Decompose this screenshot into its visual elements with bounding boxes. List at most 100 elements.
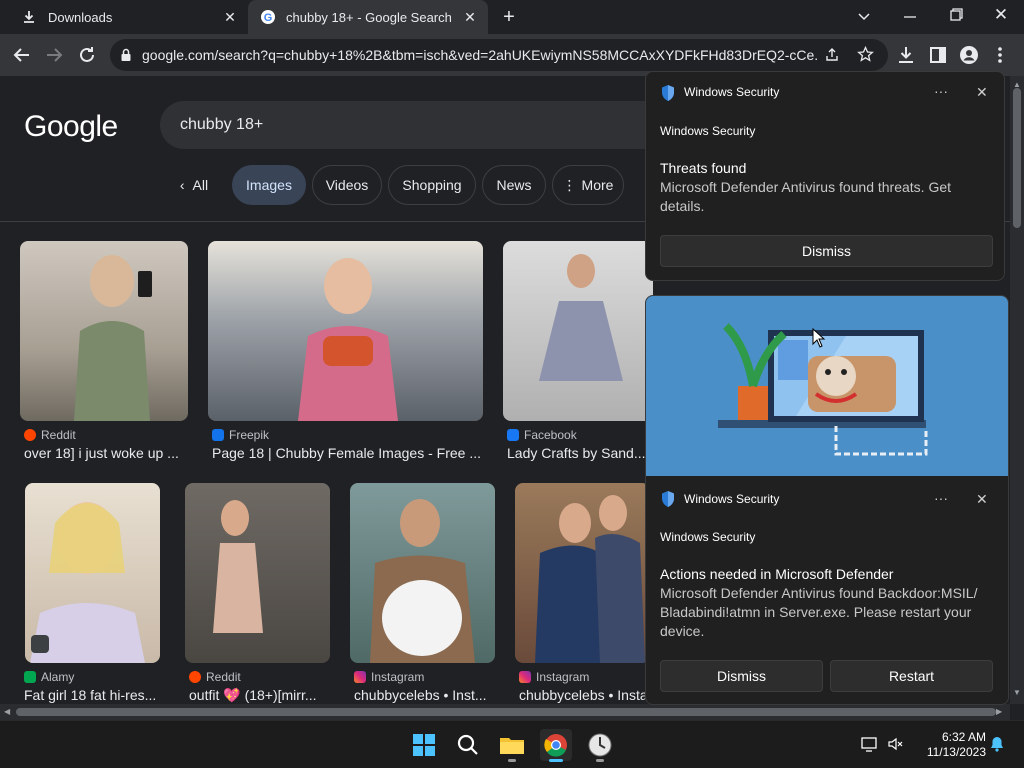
result-image[interactable] <box>208 241 483 421</box>
result-caption[interactable]: chubbycelebs • Insta <box>519 687 647 703</box>
chip-images[interactable]: Images <box>232 165 306 205</box>
scroll-thumb[interactable] <box>16 708 996 716</box>
browser-toolbar: google.com/search?q=chubby+18%2B&tbm=isc… <box>0 34 1024 76</box>
more-options-icon[interactable]: ··· <box>934 490 948 506</box>
reload-icon[interactable] <box>75 43 99 67</box>
result-caption[interactable]: Fat girl 18 fat hi-res... <box>24 687 160 703</box>
clock-date: 11/13/2023 <box>926 745 986 759</box>
chip-more[interactable]: ⋮ More <box>552 165 624 205</box>
close-icon[interactable]: ✕ <box>976 491 988 508</box>
file-explorer-icon[interactable] <box>496 729 528 762</box>
notification-bell-icon[interactable] <box>988 735 1006 758</box>
tab-downloads[interactable]: Downloads ✕ <box>8 0 248 34</box>
more-options-icon[interactable]: ··· <box>934 83 948 99</box>
result-source[interactable]: Reddit <box>189 670 241 684</box>
result-image[interactable] <box>503 241 653 421</box>
toast-subtitle: Windows Security <box>660 124 756 138</box>
running-indicator <box>596 759 604 762</box>
windows-security-shield-icon <box>660 490 676 513</box>
result-source[interactable]: Reddit <box>24 428 76 442</box>
address-bar[interactable]: google.com/search?q=chubby+18%2B&tbm=isc… <box>110 39 888 71</box>
chrome-icon[interactable] <box>540 729 572 762</box>
result-caption[interactable]: chubbycelebs • Inst... <box>354 687 494 703</box>
side-panel-icon[interactable] <box>926 43 950 67</box>
scroll-left-icon[interactable]: ◀ <box>4 707 10 716</box>
download-icon <box>22 10 36 24</box>
google-icon: G <box>260 9 276 25</box>
toast-app-name: Windows Security <box>684 85 780 99</box>
result-image[interactable] <box>25 483 160 663</box>
horizontal-scrollbar[interactable]: ◀ ▶ <box>0 704 1010 720</box>
search-query: chubby 18+ <box>180 116 264 133</box>
profile-icon[interactable] <box>957 43 981 67</box>
result-source[interactable]: Facebook <box>507 428 577 442</box>
chip-all[interactable]: ‹ All <box>166 165 222 205</box>
result-caption[interactable]: Lady Crafts by Sand... <box>507 445 647 461</box>
restart-button[interactable]: Restart <box>830 660 993 692</box>
clock-time: 6:32 AM <box>941 730 986 744</box>
instagram-icon <box>519 671 531 683</box>
result-caption[interactable]: Page 18 | Chubby Female Images - Free ..… <box>212 445 482 461</box>
toast-app-name: Windows Security <box>684 492 780 506</box>
result-image[interactable] <box>20 241 188 421</box>
tab-title: Downloads <box>48 9 113 25</box>
result-image[interactable] <box>350 483 495 663</box>
toast-heading: Actions needed in Microsoft Defender <box>660 566 894 582</box>
restore-icon[interactable] <box>946 6 966 26</box>
dismiss-button[interactable]: Dismiss <box>660 660 823 692</box>
scroll-down-icon[interactable]: ▼ <box>1013 688 1021 697</box>
facebook-icon <box>507 429 519 441</box>
tab-google-search[interactable]: G chubby 18+ - Google Search ✕ <box>248 0 488 34</box>
toast-body: Microsoft Defender Antivirus found Backd… <box>660 585 978 639</box>
security-hero-illustration <box>646 296 1008 476</box>
downloads-icon[interactable] <box>894 43 918 67</box>
forward-icon[interactable] <box>42 43 66 67</box>
result-source[interactable]: Instagram <box>354 670 424 684</box>
clock-app-icon[interactable] <box>584 729 616 762</box>
svg-text:G: G <box>264 12 273 24</box>
system-clock[interactable]: 6:32 AM 11/13/2023 <box>916 730 986 760</box>
new-tab-button[interactable]: + <box>498 6 520 28</box>
minimize-icon[interactable] <box>900 8 920 28</box>
volume-muted-icon[interactable] <box>886 735 904 758</box>
tab-search-icon[interactable] <box>854 6 874 26</box>
chip-videos[interactable]: Videos <box>312 165 382 205</box>
running-indicator <box>508 759 516 762</box>
result-source[interactable]: Alamy <box>24 670 74 684</box>
image-badge-icon <box>31 635 49 653</box>
scroll-thumb[interactable] <box>1013 88 1021 228</box>
close-tab-icon[interactable]: ✕ <box>462 9 478 25</box>
alamy-icon <box>24 671 36 683</box>
result-image[interactable] <box>515 483 650 663</box>
tab-title: chubby 18+ - Google Search <box>286 9 452 25</box>
scroll-right-icon[interactable]: ▶ <box>996 707 1002 716</box>
security-toast-threats: Windows Security ··· ✕ Windows Security … <box>645 71 1005 281</box>
close-tab-icon[interactable]: ✕ <box>222 9 238 25</box>
result-caption[interactable]: over 18] i just woke up ... <box>24 445 188 461</box>
toast-body: Microsoft Defender Antivirus found threa… <box>660 179 952 214</box>
chip-news[interactable]: News <box>482 165 546 205</box>
chevron-left-icon: ‹ <box>179 177 185 193</box>
security-toast-actions: Windows Security ··· ✕ Windows Security … <box>645 295 1009 705</box>
menu-icon[interactable] <box>988 43 1012 67</box>
result-image[interactable] <box>185 483 330 663</box>
google-logo[interactable]: Google <box>24 110 118 144</box>
chip-shopping[interactable]: Shopping <box>388 165 476 205</box>
share-icon[interactable] <box>824 47 840 68</box>
network-icon[interactable] <box>860 735 878 758</box>
vertical-scrollbar[interactable]: ▲ ▼ <box>1010 76 1024 704</box>
search-icon[interactable] <box>452 729 484 761</box>
result-source[interactable]: Freepik <box>212 428 269 442</box>
dismiss-button[interactable]: Dismiss <box>660 235 993 267</box>
star-icon[interactable] <box>857 45 874 68</box>
close-icon[interactable]: ✕ <box>976 84 988 101</box>
close-window-icon[interactable]: ✕ <box>990 4 1012 26</box>
freepik-icon <box>212 429 224 441</box>
back-icon[interactable] <box>10 43 34 67</box>
windows-security-shield-icon <box>660 84 676 107</box>
mouse-cursor-icon <box>812 327 826 353</box>
start-windows-icon[interactable] <box>408 729 440 761</box>
tab-strip: Downloads ✕ G chubby 18+ - Google Search… <box>0 0 1024 34</box>
result-caption[interactable]: outfit 💖 (18+)[mirr... <box>189 687 329 704</box>
result-source[interactable]: Instagram <box>519 670 589 684</box>
